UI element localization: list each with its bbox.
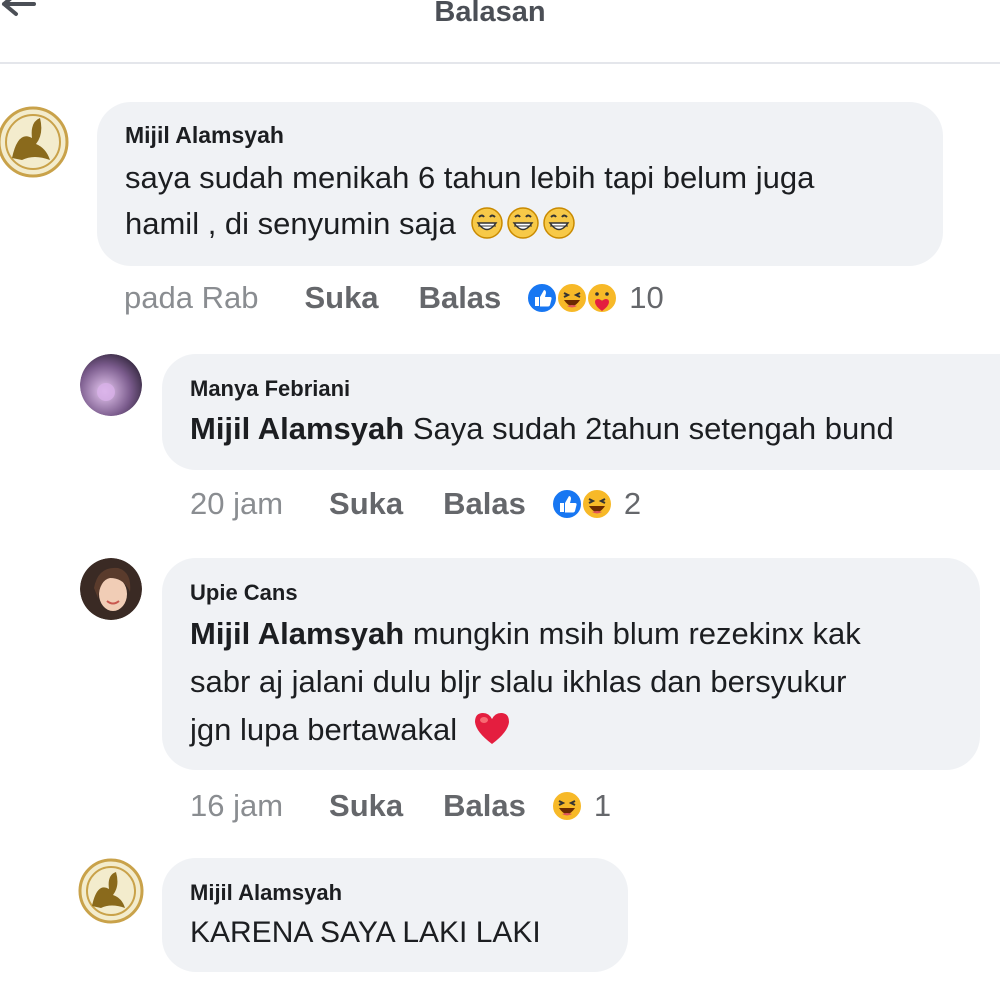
reaction-count: 1 [593,788,612,823]
comment-actions: pada Rab Suka Balas 10 [124,280,664,316]
avatar[interactable] [80,354,142,416]
reaction-summary[interactable]: 10 [525,280,664,316]
avatar[interactable] [78,858,144,924]
reaction-count: 10 [629,280,664,315]
comment-timestamp: 20 jam [190,486,284,521]
comment-text-line: hamil , di senyumin saja [125,206,456,241]
comment-bubble: Mijil Alamsyah KARENA SAYA LAKI LAKI [162,858,628,972]
grin-icon [506,206,540,253]
comment-text-line: sabr aj jalani dulu bljr slalu ikhlas da… [190,664,847,699]
comment-text-line: Saya sudah 2tahun setengah bund [412,411,894,446]
comment-timestamp: 16 jam [190,788,284,823]
user-photo-icon [80,354,142,416]
avatar[interactable] [80,558,142,620]
comment-text-line: mungkin msih blum rezekinx kak [412,616,861,651]
comment-timestamp: pada Rab [124,280,259,315]
comment-text-line: jgn lupa bertawakal [190,712,458,747]
user-photo-icon [80,558,142,620]
comment-bubble: Upie Cans Mijil Alamsyah mungkin msih bl… [162,558,980,770]
haha-icon [550,790,583,822]
reaction-summary[interactable]: 2 [550,486,641,522]
page-logo-avatar-icon [78,858,144,924]
reaction-summary[interactable]: 1 [550,788,611,824]
avatar[interactable] [0,100,72,184]
grin-icon [542,206,576,253]
comment-text: KARENA SAYA LAKI LAKI [190,916,541,949]
heart-icon [472,710,512,760]
comment-bubble: Mijil Alamsyah saya sudah menikah 6 tahu… [97,102,943,266]
mention-link[interactable]: Mijil Alamsyah [190,411,404,446]
comment-actions: 16 jam Suka Balas 1 [190,788,611,824]
mention-link[interactable]: Mijil Alamsyah [190,616,404,651]
comment-actions: 20 jam Suka Balas 2 [190,486,641,522]
like-button[interactable]: Suka [329,486,403,522]
like-icon [550,488,583,520]
reply-button[interactable]: Balas [443,788,526,824]
comment-text: saya sudah menikah 6 tahun lebih tapi be… [125,155,943,253]
reaction-count: 2 [623,486,642,521]
page-logo-avatar-icon [0,106,69,178]
reply-button[interactable]: Balas [443,486,526,522]
comment-author[interactable]: Mijil Alamsyah [190,880,628,906]
comment-bubble: Manya Febriani Mijil Alamsyah Saya sudah… [162,354,1000,470]
haha-icon [580,488,613,520]
comment-text: Mijil Alamsyah mungkin msih blum rezekin… [190,610,980,760]
like-button[interactable]: Suka [329,788,403,824]
comment-text-line: saya sudah menikah 6 tahun lebih tapi be… [125,160,815,195]
comment-author[interactable]: Manya Febriani [190,376,1000,402]
comment-text: Mijil Alamsyah Saya sudah 2tahun setenga… [190,406,1000,452]
comment-author[interactable]: Upie Cans [190,580,980,606]
like-button[interactable]: Suka [304,280,378,316]
haha-icon [556,282,589,314]
grin-icon [470,206,504,253]
care-icon [586,282,619,314]
comment-author[interactable]: Mijil Alamsyah [125,122,943,149]
like-icon [526,282,559,314]
page-title: Balasan [434,0,546,28]
reply-button[interactable]: Balas [419,280,502,316]
top-bar: Balasan [0,0,1000,64]
